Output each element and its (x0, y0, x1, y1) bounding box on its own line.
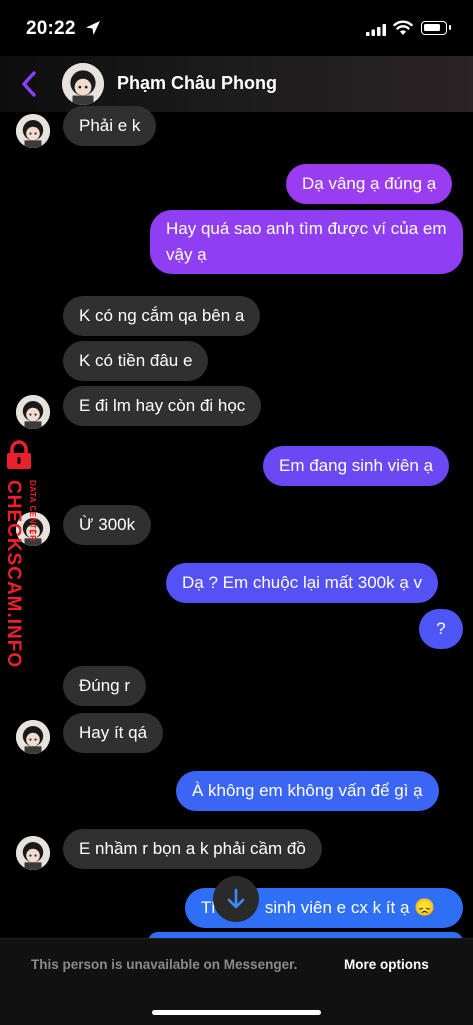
watermark-subtext: DATA CENTER (28, 480, 37, 542)
message-outgoing[interactable]: Dạ vâng ạ đúng ạ (286, 164, 453, 204)
message-outgoing[interactable]: Dạ ? Em chuộc lại mất 300k ạ v (166, 563, 439, 603)
message-outgoing[interactable]: À không em không vấn để gì ạ (176, 771, 439, 811)
more-options-link[interactable]: More options (344, 957, 429, 972)
message-incoming[interactable]: Hay ít qá (63, 713, 164, 753)
sender-avatar (16, 114, 50, 148)
watermark: CHECKSCAM.INFO DATA CENTER (0, 436, 60, 669)
status-bar: 20:22 (0, 0, 473, 58)
message-incoming[interactable]: K có ng cắm qa bên a (63, 296, 261, 336)
message-incoming[interactable]: E nhầm r bọn a k phải cầm đồ (63, 829, 322, 869)
arrow-down-icon (227, 888, 245, 909)
contact-avatar[interactable] (62, 63, 104, 105)
message-incoming[interactable]: Đúng r (63, 666, 147, 706)
message-outgoing[interactable]: ? (419, 609, 463, 649)
message-outgoing[interactable]: Hay quá sao anh tìm được ví của em vậy ạ (150, 210, 463, 274)
battery-icon (421, 21, 451, 35)
message-outgoing[interactable]: Em đang sinh viên ạ (263, 446, 450, 486)
signal-icon (366, 24, 386, 36)
composer-footer: This person is unavailable on Messenger.… (0, 938, 473, 1025)
home-indicator[interactable] (152, 1010, 321, 1015)
sender-avatar (16, 836, 50, 870)
wifi-icon (393, 20, 413, 35)
location-arrow-icon (86, 21, 100, 35)
message-incoming[interactable]: E đi lm hay còn đi học (63, 386, 262, 426)
message-incoming[interactable]: Ừ 300k (63, 505, 152, 545)
message-incoming[interactable]: Phải e k (63, 106, 157, 146)
sender-avatar (16, 720, 50, 754)
back-chevron-icon[interactable] (18, 70, 40, 98)
contact-name[interactable]: Phạm Châu Phong (117, 73, 277, 94)
message-text-end: sinh viên e cx k ít ạ 😞 (264, 898, 436, 917)
status-time: 20:22 (26, 18, 76, 39)
unavailable-notice: This person is unavailable on Messenger. (31, 957, 298, 972)
message-incoming[interactable]: K có tiền đâu e (63, 341, 209, 381)
sender-avatar (16, 395, 50, 429)
lock-icon (7, 440, 31, 469)
scroll-to-bottom-button[interactable] (213, 876, 259, 922)
watermark-text: CHECKSCAM.INFO (3, 480, 24, 669)
conversation-header: Phạm Châu Phong (0, 56, 473, 112)
